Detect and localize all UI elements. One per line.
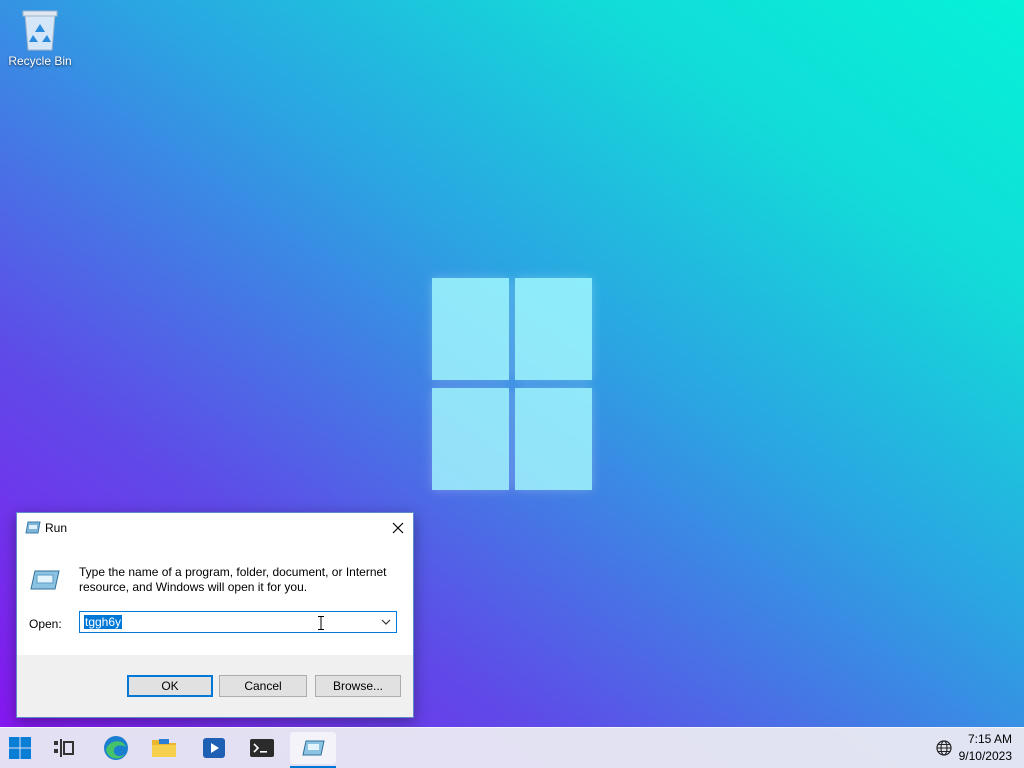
run-description: Type the name of a program, folder, docu… — [79, 565, 387, 594]
recycle-bin-icon — [22, 10, 58, 51]
close-icon — [392, 522, 404, 534]
run-dialog: Run Type the name of a program, folder, … — [16, 512, 414, 718]
recycle-bin-label: Recycle Bin — [8, 54, 72, 68]
ok-button[interactable]: OK — [127, 675, 213, 697]
run-program-icon — [29, 569, 61, 594]
clock-date: 9/10/2023 — [958, 749, 1012, 763]
chevron-down-icon — [381, 619, 391, 625]
run-titlebar[interactable]: Run — [17, 513, 413, 543]
recycle-bin-shortcut[interactable]: Recycle Bin — [4, 8, 76, 68]
clock[interactable]: 7:15 AM 9/10/2023 — [959, 731, 1012, 765]
browse-button[interactable]: Browse... — [315, 675, 401, 697]
close-button[interactable] — [383, 513, 413, 543]
start-icon — [9, 737, 31, 759]
run-body: Type the name of a program, folder, docu… — [17, 543, 413, 655]
run-icon — [25, 521, 41, 538]
file-explorer-button[interactable] — [144, 732, 184, 764]
edge-icon — [104, 736, 128, 760]
run-icon — [302, 740, 325, 756]
edge-button[interactable] — [96, 732, 136, 764]
media-player-icon — [203, 738, 225, 758]
terminal-button[interactable] — [242, 732, 282, 764]
open-label: Open: — [29, 617, 62, 631]
taskbar: 7:15 AM 9/10/2023 — [0, 727, 1024, 768]
text-cursor-icon — [318, 616, 324, 633]
terminal-icon — [250, 739, 274, 757]
start-button[interactable] — [0, 732, 40, 764]
open-combobox[interactable]: tggh6y — [79, 611, 397, 633]
media-player-button[interactable] — [194, 732, 234, 764]
network-globe-icon[interactable] — [936, 740, 952, 761]
widgets-icon — [54, 739, 74, 757]
dropdown-button[interactable] — [376, 612, 396, 632]
open-input-value[interactable]: tggh6y — [84, 615, 123, 629]
run-taskbar-button[interactable] — [290, 732, 336, 768]
cancel-button[interactable]: Cancel — [219, 675, 307, 697]
file-explorer-icon — [152, 739, 176, 757]
windows-wallpaper-logo — [432, 278, 593, 490]
widgets-button[interactable] — [44, 732, 84, 764]
clock-time: 7:15 AM — [967, 732, 1012, 746]
run-title: Run — [45, 521, 68, 535]
